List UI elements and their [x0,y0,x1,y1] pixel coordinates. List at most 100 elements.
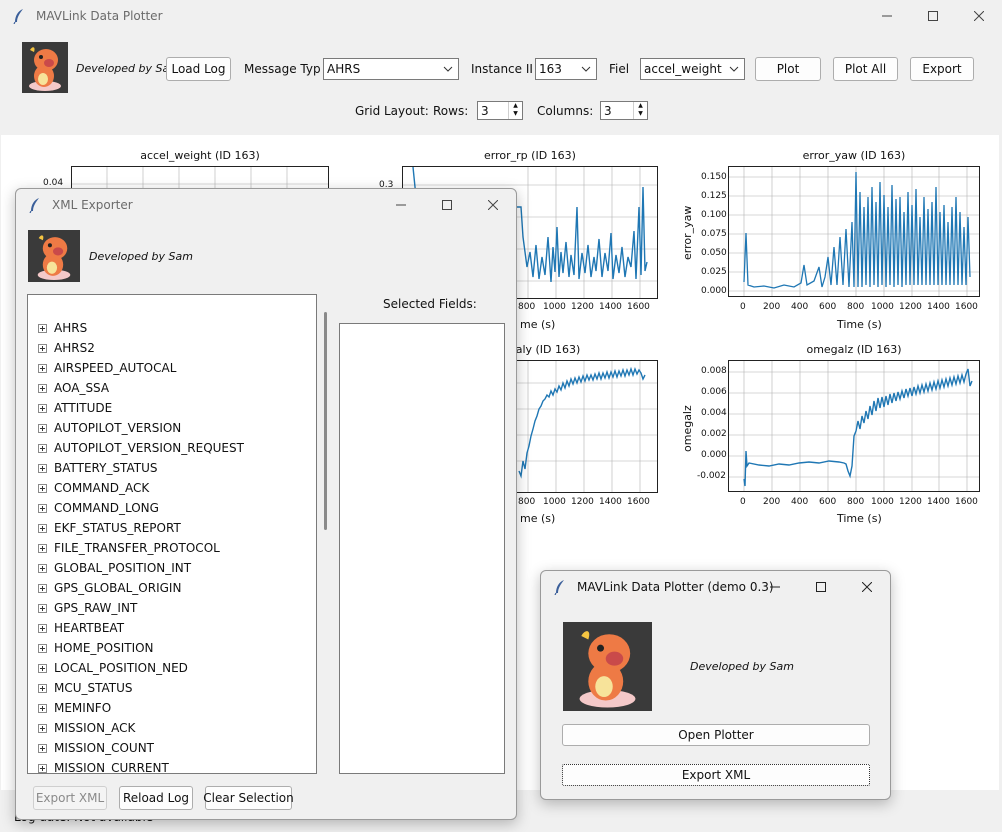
close-icon[interactable] [844,571,890,602]
expand-icon[interactable] [38,443,47,453]
xml-exporter-window: XML Exporter Developed by Sam AHRS AHRS2 A… [15,188,517,820]
x-tick-label: 1200 [571,497,594,507]
x-tick-label: 800 [847,302,865,312]
tree-item[interactable]: HOME_POSITION [38,639,154,657]
maximize-icon[interactable] [910,0,956,31]
maximize-icon[interactable] [424,189,470,220]
tree-item[interactable]: HEARTBEAT [38,619,124,637]
export-button[interactable]: Export [910,57,974,81]
expand-icon[interactable] [38,583,47,593]
expand-icon[interactable] [38,623,47,633]
feather-icon [10,7,28,25]
tree-item[interactable]: ATTITUDE [38,399,112,417]
expand-icon[interactable] [38,363,47,373]
message-type-select[interactable]: AHRS [323,58,459,80]
expand-icon[interactable] [38,563,47,573]
tree-item-label: AUTOPILOT_VERSION [54,421,182,435]
tree-item-label: BATTERY_STATUS [54,461,158,475]
tree-item[interactable]: GPS_GLOBAL_ORIGIN [38,579,181,597]
chevron-down-icon [729,66,739,72]
spin-down-icon[interactable]: ▼ [634,110,647,118]
export-xml-button[interactable]: Export XML [562,764,870,786]
tree-item-label: MCU_STATUS [54,681,133,695]
export-xml-button[interactable]: Export XML [33,786,107,810]
selected-fields-label: Selected Fields: [383,297,477,311]
tree-item[interactable]: MISSION_COUNT [38,739,154,757]
expand-icon[interactable] [38,423,47,433]
columns-label: Columns: [537,104,594,118]
close-icon[interactable] [956,0,1002,31]
error-yaw-series [729,167,979,296]
tree-item[interactable]: AIRSPEED_AUTOCAL [38,359,176,377]
tree-scrollbar[interactable] [324,312,327,530]
open-plotter-button[interactable]: Open Plotter [562,724,870,746]
tree-item[interactable]: BATTERY_STATUS [38,459,157,477]
instance-select[interactable]: 163 [535,58,597,80]
expand-icon[interactable] [38,683,47,693]
tree-item[interactable]: LOCAL_POSITION_NED [38,659,188,677]
clear-selection-button[interactable]: Clear Selection [203,786,294,810]
x-tick-label: 1600 [627,302,650,312]
spin-down-icon[interactable]: ▼ [509,110,522,118]
expand-icon[interactable] [38,323,47,333]
plot-all-button[interactable]: Plot All [833,57,898,81]
reload-log-button[interactable]: Reload Log [119,786,193,810]
tree-item[interactable]: GLOBAL_POSITION_INT [38,559,191,577]
columns-spinbox[interactable]: 3 ▲ ▼ [600,101,648,120]
expand-icon[interactable] [38,343,47,353]
expand-icon[interactable] [38,723,47,733]
tree-item[interactable]: AOA_SSA [38,379,109,397]
spin-up-icon[interactable]: ▲ [634,102,647,110]
expand-icon[interactable] [38,523,47,533]
tree-item[interactable]: COMMAND_ACK [38,479,149,497]
tree-item-label: AHRS2 [54,341,95,355]
tree-item[interactable]: MISSION_CURRENT [38,759,169,773]
expand-icon[interactable] [38,463,47,473]
developer-credit: Developed by Sam [89,250,193,263]
minimize-icon[interactable] [752,571,798,602]
expand-icon[interactable] [38,403,47,413]
field-select[interactable]: accel_weight [640,58,745,80]
mascot-logo [28,230,80,282]
minimize-icon[interactable] [378,189,424,220]
x-tick-label: 1200 [571,302,594,312]
y-tick-label: 0.125 [701,191,727,201]
tree-item[interactable]: EKF_STATUS_REPORT [38,519,181,537]
expand-icon[interactable] [38,603,47,613]
expand-icon[interactable] [38,663,47,673]
xml-window-controls [378,189,516,220]
expand-icon[interactable] [38,543,47,553]
load-log-button[interactable]: Load Log [166,57,231,81]
tree-item[interactable]: AHRS2 [38,339,95,357]
plot-button[interactable]: Plot [755,57,821,81]
tree-item-label: FILE_TRANSFER_PROTOCOL [54,541,220,555]
x-tick-label: 200 [763,302,781,312]
instance-label: Instance II [471,62,533,76]
y-tick-label: 0.04 [43,178,64,188]
message-tree[interactable]: AHRS AHRS2 AIRSPEED_AUTOCAL AOA_SSA ATTITUDE… [27,294,317,774]
close-icon[interactable] [470,189,516,220]
selected-fields-list[interactable] [339,323,505,774]
tree-item[interactable]: AHRS [38,319,87,337]
tree-item[interactable]: COMMAND_LONG [38,499,159,517]
tree-item[interactable]: MISSION_ACK [38,719,135,737]
maximize-icon[interactable] [798,571,844,602]
tree-item[interactable]: FILE_TRANSFER_PROTOCOL [38,539,220,557]
x-tick-label: 1000 [871,302,894,312]
minimize-icon[interactable] [864,0,910,31]
x-tick-label: 1400 [599,302,622,312]
tree-item[interactable]: GPS_RAW_INT [38,599,137,617]
spin-up-icon[interactable]: ▲ [509,102,522,110]
tree-item[interactable]: AUTOPILOT_VERSION [38,419,181,437]
expand-icon[interactable] [38,643,47,653]
rows-spinbox[interactable]: 3 ▲ ▼ [477,101,523,120]
expand-icon[interactable] [38,503,47,513]
tree-item[interactable]: MCU_STATUS [38,679,133,697]
tree-item[interactable]: AUTOPILOT_VERSION_REQUEST [38,439,244,457]
expand-icon[interactable] [38,763,47,773]
expand-icon[interactable] [38,483,47,493]
tree-item[interactable]: MEMINFO [38,699,111,717]
expand-icon[interactable] [38,703,47,713]
expand-icon[interactable] [38,743,47,753]
expand-icon[interactable] [38,383,47,393]
